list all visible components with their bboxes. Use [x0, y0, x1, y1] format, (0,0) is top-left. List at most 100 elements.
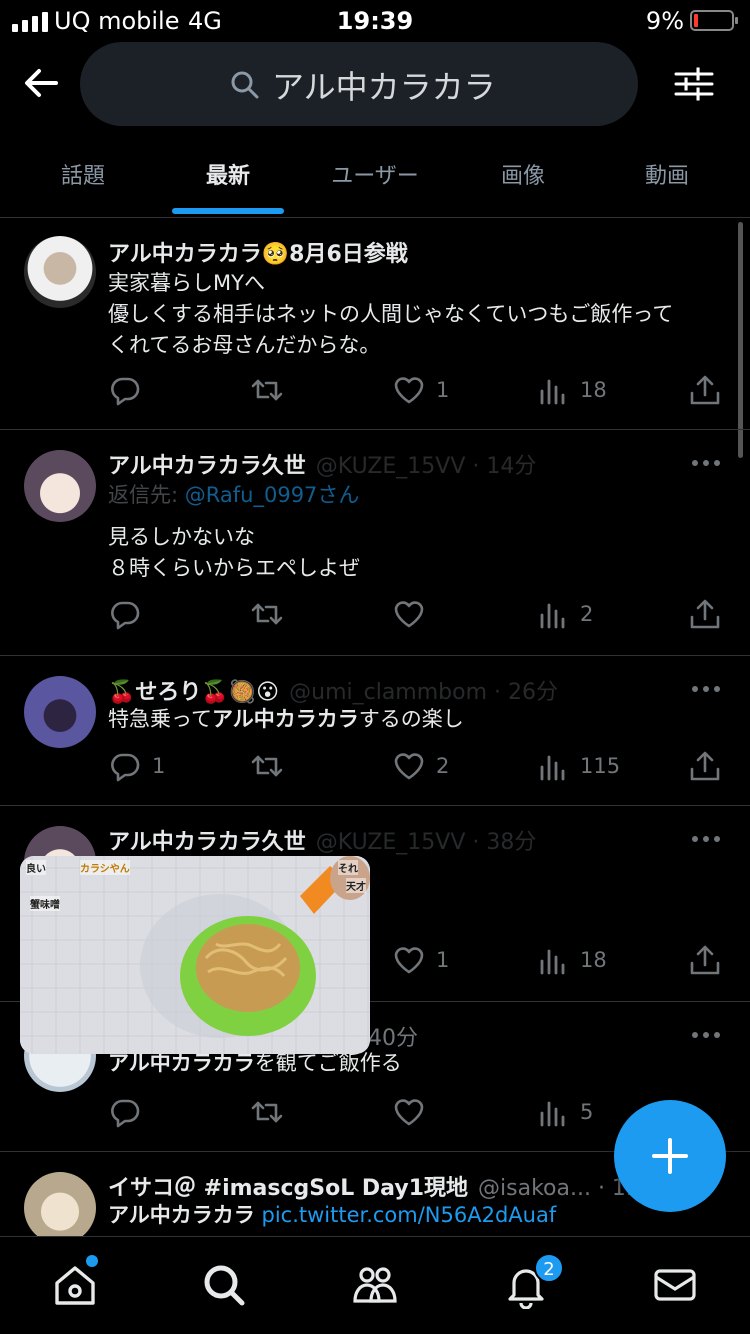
search-icon — [231, 71, 259, 99]
messages-mail-icon[interactable] — [651, 1261, 699, 1309]
share-button[interactable] — [688, 746, 732, 786]
user-avatar[interactable] — [24, 1172, 96, 1244]
display-name[interactable]: 🍒せろり🍒🥘😮 @umi_clammbom · 26分 — [108, 674, 558, 706]
bottom-tab-bar: 2 — [0, 1236, 750, 1334]
tweet-actions: 1 2 115 — [108, 746, 728, 786]
tweet-text-part: を観てご飯作る — [254, 1051, 402, 1075]
tab-latest[interactable]: 最新 — [155, 158, 301, 190]
more-options-icon[interactable] — [692, 1032, 722, 1040]
heart-icon — [392, 1095, 426, 1129]
more-options-icon[interactable] — [692, 836, 722, 844]
video-caption: それ — [338, 860, 358, 875]
notification-badge: 2 — [534, 1253, 564, 1283]
status-bar: UQ mobile 4G 19:39 9% — [0, 0, 750, 42]
tweet-actions: 2 — [108, 594, 728, 634]
search-input[interactable]: アル中カラカラ — [80, 42, 638, 126]
share-button[interactable] — [688, 594, 732, 634]
display-name[interactable]: イサコ＠ #imascgSoL Day1現地 @isakoa... · 1h — [108, 1170, 640, 1202]
search-match-highlight: アル中カラカラ — [211, 707, 359, 731]
display-name[interactable]: アル中カラカラ久世 @KUZE_15VV · 38分 — [108, 824, 536, 856]
user-handle: @KUZE_15VV · 38分 — [315, 830, 537, 855]
views-button[interactable]: 18 — [536, 370, 607, 410]
share-icon — [688, 597, 722, 631]
retweet-button[interactable] — [250, 370, 294, 410]
reply-button[interactable] — [108, 1092, 152, 1132]
video-frame — [20, 856, 370, 1054]
tweet-text: アル中カラカラ pic.twitter.com/N56A2dAuaf — [108, 1200, 556, 1231]
tweet-line: くれてるお母さんだからな。 — [108, 333, 381, 357]
battery-icon — [690, 10, 738, 31]
user-avatar[interactable] — [24, 236, 96, 308]
tweet-text: 特急乗ってアル中カラカラするの楽し — [108, 704, 464, 735]
reply-icon — [108, 749, 142, 783]
home-icon[interactable] — [51, 1261, 99, 1309]
views-chart-icon — [536, 597, 570, 631]
like-button[interactable]: 1 — [392, 370, 449, 410]
views-button[interactable]: 115 — [536, 746, 620, 786]
reply-button[interactable]: 1 — [108, 746, 165, 786]
tweet-link[interactable]: pic.twitter.com/N56A2dAuaf — [261, 1203, 556, 1227]
like-button[interactable]: 1 — [392, 940, 449, 980]
home-new-content-dot — [86, 1255, 98, 1267]
tweet-card[interactable]: アル中カラカラ久世 @KUZE_15VV · 14分 返信先: @Rafu_099… — [0, 430, 750, 656]
display-name[interactable]: アル中カラカラ久世 @KUZE_15VV · 14分 — [108, 448, 536, 480]
retweet-button[interactable] — [250, 594, 294, 634]
tweet-line: 見るしかないな — [108, 525, 255, 549]
tab-trending[interactable]: 話題 — [10, 158, 156, 190]
filter-settings-icon[interactable] — [674, 64, 714, 104]
search-query: アル中カラカラ — [272, 68, 496, 106]
reply-button[interactable] — [108, 370, 152, 410]
user-avatar[interactable] — [24, 450, 96, 522]
search-tabs: 話題 最新 ユーザー 画像 動画 — [0, 140, 750, 218]
search-match-highlight: アル中カラカラ — [108, 1203, 255, 1227]
tweet-card[interactable]: 🍒せろり🍒🥘😮 @umi_clammbom · 26分 特急乗ってアル中カラカラす… — [0, 656, 750, 806]
views-button[interactable]: 2 — [536, 594, 593, 634]
reply-prefix: 返信先: — [108, 483, 185, 507]
heart-icon — [392, 749, 426, 783]
tweet-actions: 1 18 — [108, 370, 728, 410]
share-button[interactable] — [688, 370, 732, 410]
user-handle: @KUZE_15VV · 14分 — [315, 454, 537, 479]
display-name-text: アル中カラカラ久世 — [108, 454, 306, 479]
tab-videos[interactable]: 動画 — [594, 158, 740, 190]
video-caption: 蟹味噌 — [30, 896, 60, 911]
retweet-icon — [250, 1095, 284, 1129]
views-button[interactable]: 18 — [536, 940, 607, 980]
tab-users[interactable]: ユーザー — [302, 158, 448, 190]
user-handle: @isakoa... · 1h — [478, 1176, 640, 1201]
user-avatar[interactable] — [24, 676, 96, 748]
back-arrow-icon[interactable] — [20, 62, 62, 104]
video-caption: カラシやん — [80, 860, 130, 875]
communities-icon[interactable] — [351, 1261, 399, 1309]
views-chart-icon — [536, 373, 570, 407]
active-tab-indicator — [172, 208, 284, 214]
search-match-highlight: アル中カラカラ — [108, 1051, 255, 1075]
tab-images[interactable]: 画像 — [450, 158, 596, 190]
retweet-button[interactable] — [250, 746, 294, 786]
share-icon — [688, 373, 722, 407]
user-handle: @umi_clammbom · 26分 — [289, 680, 558, 705]
battery-percent: 9% — [645, 7, 684, 35]
compose-tweet-button[interactable] — [614, 1100, 726, 1212]
reply-button[interactable] — [108, 594, 152, 634]
view-count: 18 — [580, 378, 607, 402]
view-count: 18 — [580, 948, 607, 972]
share-button[interactable] — [688, 940, 732, 980]
tweet-text: 実家暮らしMYへ 優しくする相手はネットの人間じゃなくていつもご飯作って くれて… — [108, 268, 673, 361]
tweet-line: 実家暮らしMYへ — [108, 271, 265, 295]
retweet-button[interactable] — [250, 1092, 294, 1132]
floating-video-player[interactable]: 良い カラシやん 蟹味噌 それ 天才 — [20, 856, 370, 1054]
display-name[interactable]: アル中カラカラ🥺8月6日参戦 — [108, 236, 408, 268]
like-button[interactable]: 2 — [392, 746, 449, 786]
reply-icon — [108, 373, 142, 407]
more-options-icon[interactable] — [692, 686, 722, 694]
tweet-line: 優しくする相手はネットの人間じゃなくていつもご飯作って — [108, 302, 674, 326]
like-button[interactable] — [392, 594, 436, 634]
tweet-line: ８時くらいからエペしよぜ — [108, 556, 360, 580]
search-icon[interactable] — [200, 1261, 248, 1309]
views-button[interactable]: 5 — [536, 1092, 593, 1132]
tweet-card[interactable]: アル中カラカラ🥺8月6日参戦 実家暮らしMYへ 優しくする相手はネットの人間じゃ… — [0, 218, 750, 430]
more-options-icon[interactable] — [692, 460, 722, 468]
reply-to-handle[interactable]: @Rafu_0997さん — [185, 483, 360, 507]
like-button[interactable] — [392, 1092, 436, 1132]
